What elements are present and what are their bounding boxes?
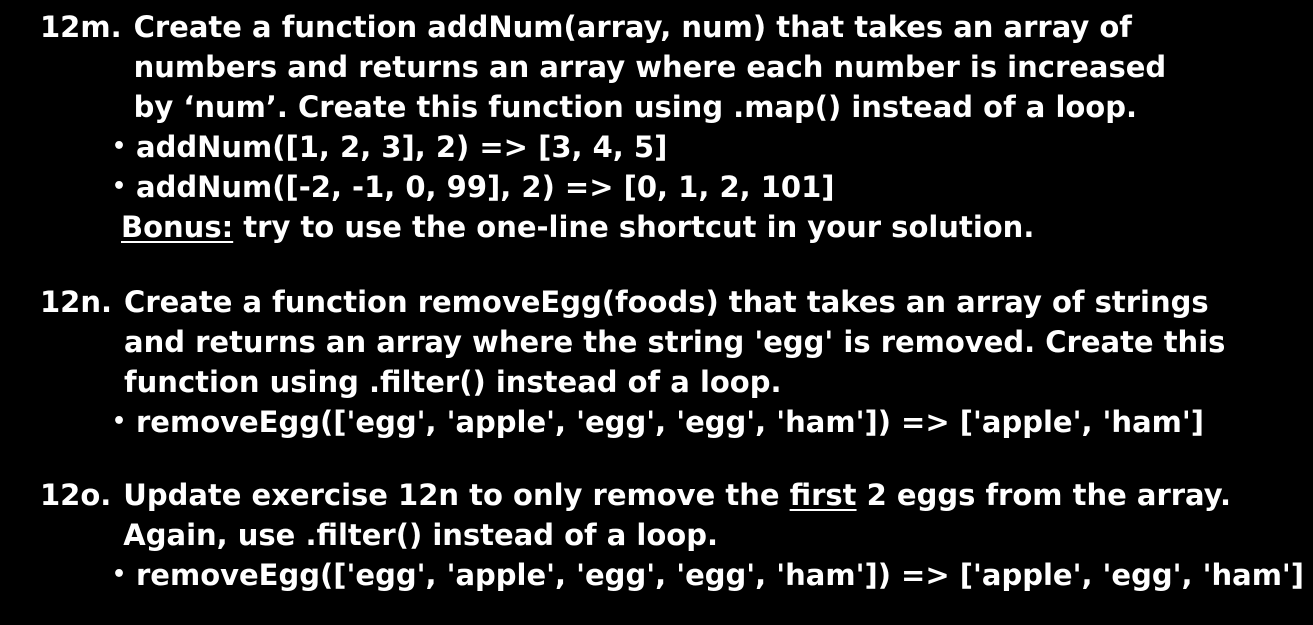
exercise-description: Update exercise 12n to only remove the f… bbox=[123, 475, 1300, 555]
description-line: numbers and returns an array where each … bbox=[133, 50, 1167, 84]
example-text: removeEgg(['egg', 'apple', 'egg', 'egg',… bbox=[136, 558, 1305, 592]
description-line: Update exercise 12n to only remove the f… bbox=[123, 475, 1300, 515]
bonus-text: try to use the one-line shortcut in your… bbox=[233, 210, 1035, 244]
bonus-label: Bonus: bbox=[121, 210, 234, 244]
bullet-icon: • bbox=[112, 409, 127, 434]
exercise-12m-header: 12m. Create a function addNum(array, num… bbox=[40, 7, 1300, 127]
description-line: by ‘num’. Create this function using .ma… bbox=[133, 90, 1138, 124]
bonus-note: Bonus: try to use the one-line shortcut … bbox=[40, 207, 1300, 247]
bullet-icon: • bbox=[112, 174, 127, 199]
example-item: • addNum([-2, -1, 0, 99], 2) => [0, 1, 2… bbox=[40, 167, 1300, 207]
exercise-number: 12n. bbox=[40, 285, 113, 319]
exercise-12n-header: 12n. Create a function removeEgg(foods) … bbox=[40, 282, 1300, 402]
exercise-12m: 12m. Create a function addNum(array, num… bbox=[40, 7, 1300, 247]
description-fragment: Update exercise 12n to only remove the bbox=[123, 478, 790, 512]
exercise-number: 12m. bbox=[40, 10, 122, 44]
exercise-description: Create a function addNum(array, num) tha… bbox=[134, 7, 1300, 127]
description-line: Create a function addNum(array, num) tha… bbox=[133, 10, 1132, 44]
example-item: • addNum([1, 2, 3], 2) => [3, 4, 5] bbox=[40, 127, 1300, 167]
emphasis-underlined: first bbox=[789, 478, 857, 512]
bullet-icon: • bbox=[112, 134, 127, 159]
description-line: Again, use .filter() instead of a loop. bbox=[123, 518, 718, 552]
example-item: • removeEgg(['egg', 'apple', 'egg', 'egg… bbox=[40, 402, 1300, 442]
exercise-12o-header: 12o. Update exercise 12n to only remove … bbox=[40, 475, 1300, 555]
description-line: Create a function removeEgg(foods) that … bbox=[124, 285, 1209, 319]
example-text: addNum([1, 2, 3], 2) => [3, 4, 5] bbox=[136, 130, 668, 164]
description-line: and returns an array where the string 'e… bbox=[124, 325, 1226, 359]
exercise-12o: 12o. Update exercise 12n to only remove … bbox=[40, 475, 1304, 595]
exercise-12n: 12n. Create a function removeEgg(foods) … bbox=[40, 282, 1300, 442]
example-list: • removeEgg(['egg', 'apple', 'egg', 'egg… bbox=[40, 402, 1300, 442]
example-list: • addNum([1, 2, 3], 2) => [3, 4, 5] • ad… bbox=[40, 127, 1300, 207]
bullet-icon: • bbox=[112, 562, 127, 587]
description-line: function using .filter() instead of a lo… bbox=[124, 365, 782, 399]
description-fragment: 2 eggs from the array. bbox=[856, 478, 1231, 512]
exercise-number: 12o. bbox=[40, 478, 112, 512]
example-text: removeEgg(['egg', 'apple', 'egg', 'egg',… bbox=[136, 405, 1205, 439]
example-text: addNum([-2, -1, 0, 99], 2) => [0, 1, 2, … bbox=[136, 170, 835, 204]
example-list: • removeEgg(['egg', 'apple', 'egg', 'egg… bbox=[40, 555, 1304, 595]
example-item: • removeEgg(['egg', 'apple', 'egg', 'egg… bbox=[40, 555, 1304, 595]
exercise-description: Create a function removeEgg(foods) that … bbox=[124, 282, 1300, 402]
